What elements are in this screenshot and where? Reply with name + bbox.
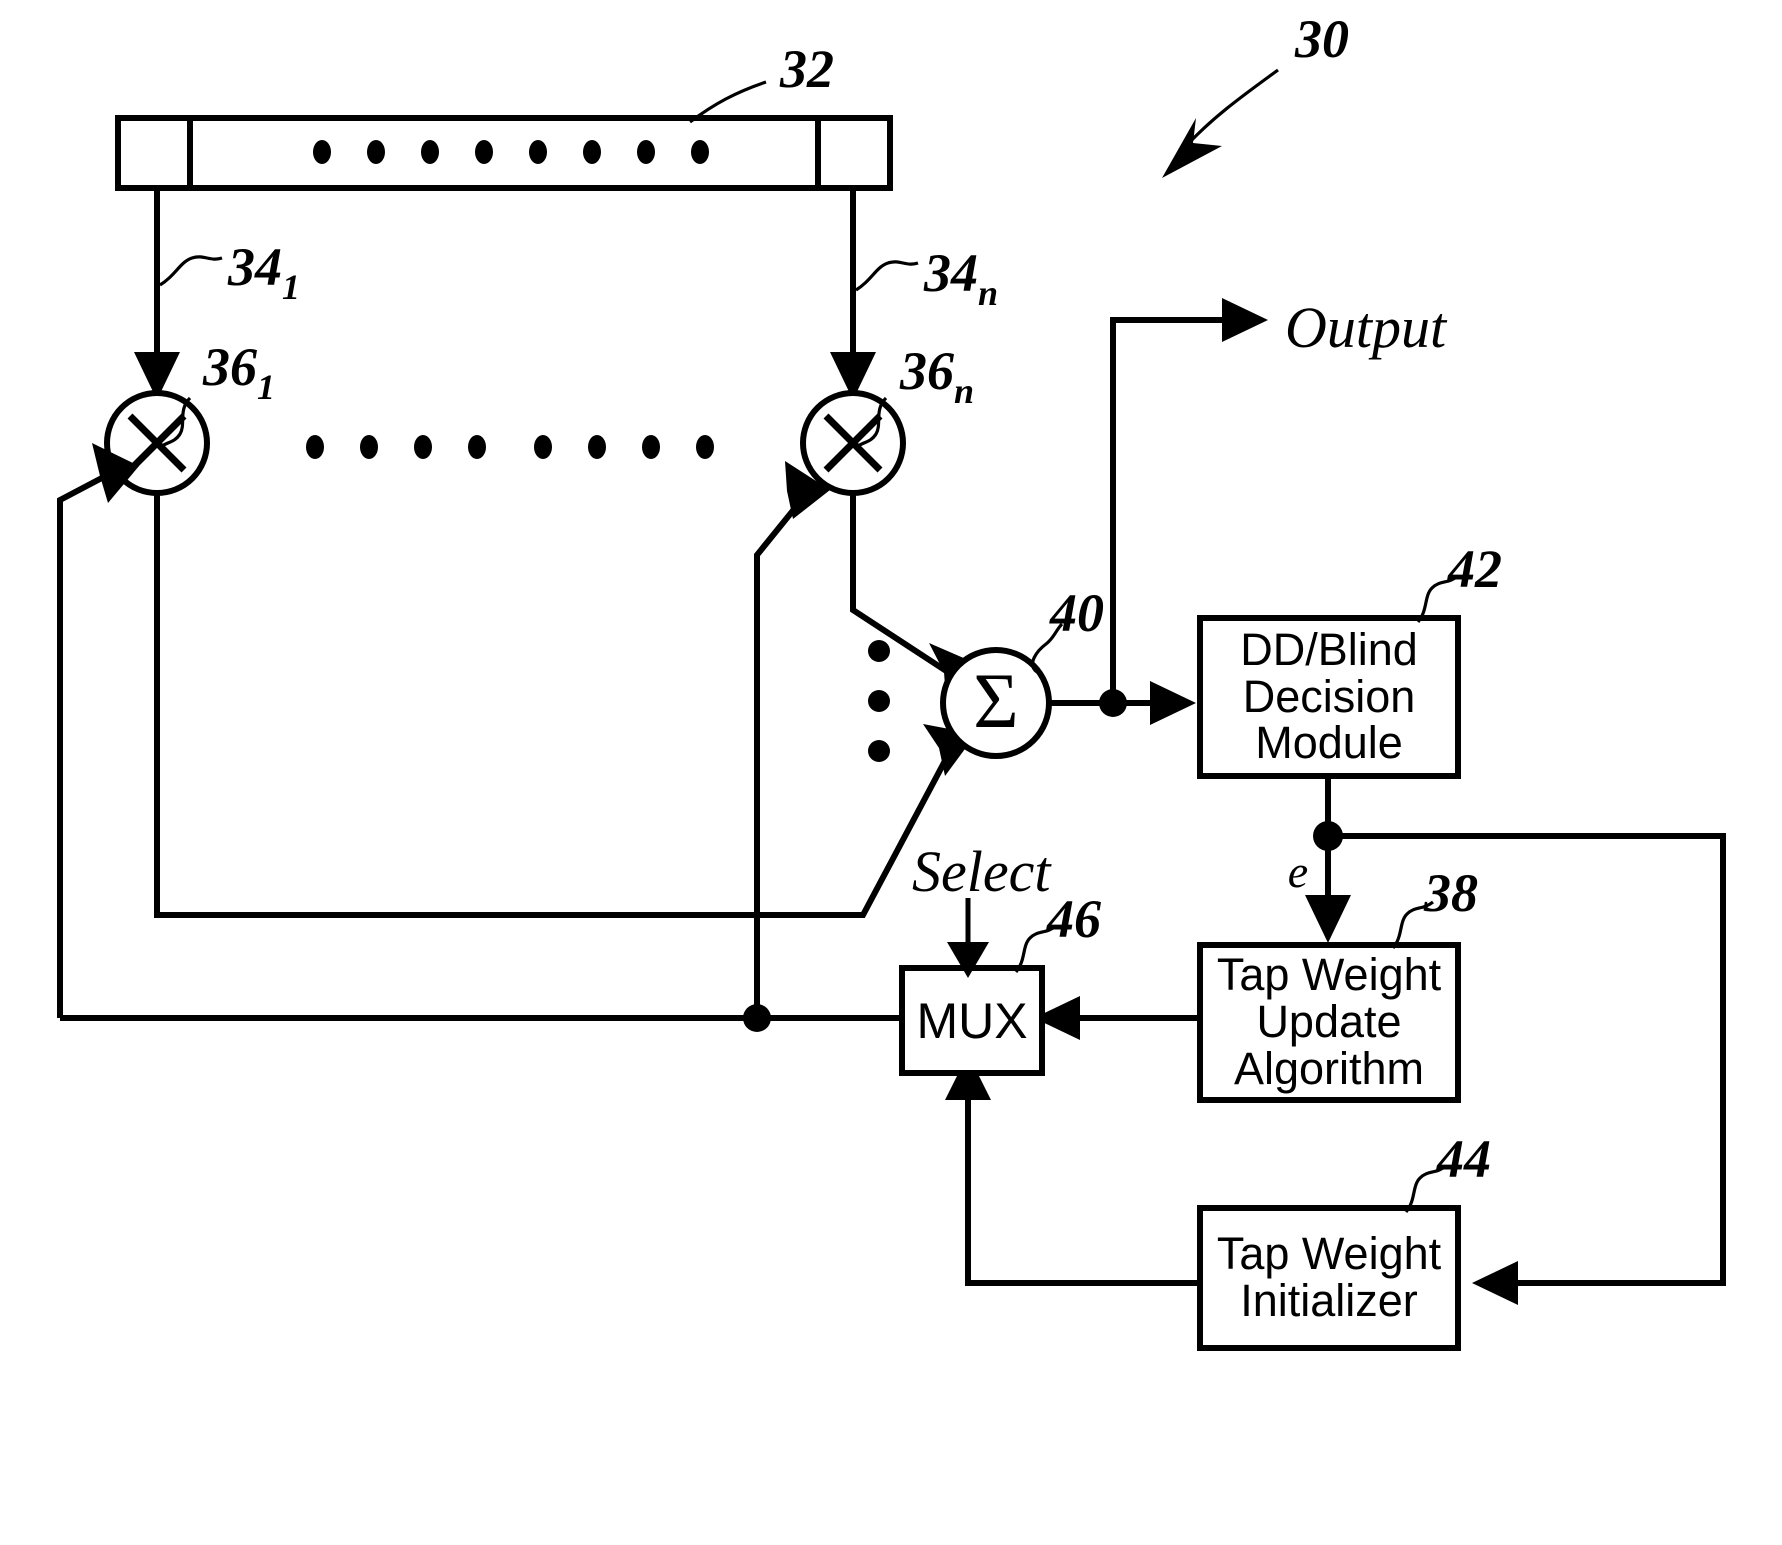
summer-glyph: Σ — [973, 657, 1018, 744]
ref-label-36-n-subscript: n — [954, 371, 975, 411]
ref-label-34-1-subscript: 1 — [282, 267, 300, 307]
decision-module-label: DD/Blind Decision Module — [1200, 618, 1458, 776]
wire-summer-to-decision — [1049, 681, 1196, 725]
wire-initializer-to-mux — [945, 1054, 1200, 1286]
decision-module-line-3: Module — [1255, 717, 1403, 769]
decision-module-line-1: DD/Blind — [1240, 623, 1418, 675]
ref-label-36-n: 36n — [900, 341, 975, 411]
mux-label: MUX — [902, 968, 1042, 1073]
ref-label-36-1: 361 — [203, 337, 275, 407]
decision-module-line-2: Decision — [1242, 670, 1416, 722]
multiplier-first-glyph — [132, 418, 182, 468]
ref-label-42: 42 — [1448, 539, 1502, 599]
ref-label-30: 30 — [1295, 9, 1349, 69]
ref-leader-30 — [1162, 68, 1279, 178]
tap-weight-initializer-line-1: Tap Weight — [1216, 1228, 1442, 1280]
output-label: Output — [1285, 295, 1447, 360]
ref-label-40: 40 — [1050, 583, 1104, 643]
multiplier-row-ellipsis-dots — [306, 435, 714, 459]
wire-update-to-mux — [1034, 996, 1200, 1040]
tap-weight-update-line-2: Update — [1256, 996, 1402, 1048]
ref-label-46: 46 — [1047, 889, 1101, 949]
select-label: Select — [912, 839, 1051, 904]
patent-figure: Σ 32 30 341 34n 361 36n 40 42 38 44 46 O… — [0, 0, 1782, 1545]
tap-weight-update-line-1: Tap Weight — [1216, 949, 1442, 1001]
ref-label-34-n: 34n — [924, 243, 999, 313]
ref-label-44: 44 — [1437, 1129, 1491, 1189]
multiplier-last-glyph — [828, 418, 878, 468]
ref-label-34-n-subscript: n — [978, 273, 999, 313]
summer-input-ellipsis-dots — [868, 640, 890, 762]
tap-weight-initializer-line-2: Initializer — [1240, 1275, 1418, 1326]
summer-node: Σ — [940, 622, 1064, 759]
error-signal-label: e — [1287, 846, 1309, 897]
delay-line-block — [115, 115, 893, 191]
tap-weight-initializer-label: Tap Weight Initializer — [1200, 1208, 1458, 1348]
diagram-canvas: Σ — [57, 68, 1726, 1351]
tap-weight-update-line-3: Algorithm — [1233, 1042, 1425, 1094]
wire-mux-feedback — [57, 443, 902, 1032]
ref-label-36-1-subscript: 1 — [257, 367, 275, 407]
ref-label-34-1: 341 — [228, 237, 300, 307]
tap-weight-update-label: Tap Weight Update Algorithm — [1200, 945, 1458, 1100]
ref-label-32: 32 — [780, 39, 834, 99]
ref-label-38: 38 — [1424, 863, 1478, 923]
mux-text: MUX — [916, 992, 1028, 1049]
